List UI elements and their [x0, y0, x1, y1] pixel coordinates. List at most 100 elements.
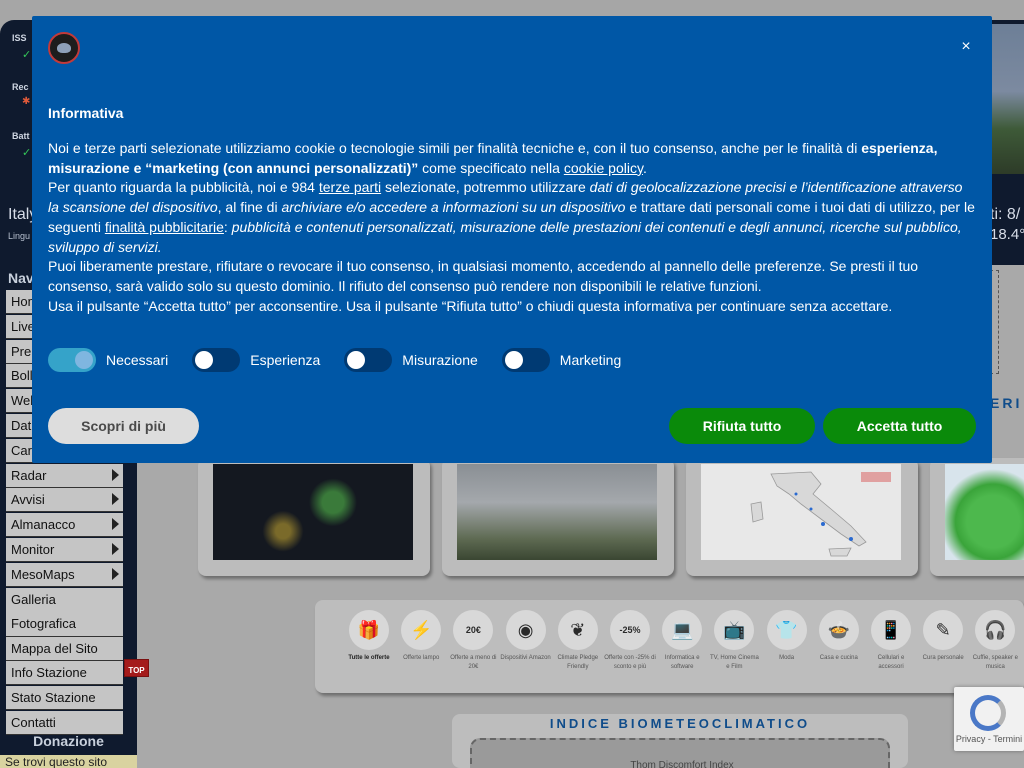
sidebar-item-monitor[interactable]: Monitor	[6, 538, 123, 562]
advertising-purposes-link[interactable]: finalità pubblicitarie	[105, 219, 224, 235]
chevron-right-icon	[112, 543, 119, 555]
accept-all-button[interactable]: Accetta tutto	[823, 408, 976, 444]
amazon-category-label: Casa e cucina	[819, 655, 858, 661]
consent-text: Per quanto riguarda la pubblicità, noi e…	[48, 179, 319, 196]
sidebar-item-mappa-del-sito[interactable]: Mappa del Sito	[6, 636, 123, 661]
learn-more-button[interactable]: Scopri di più	[48, 408, 199, 444]
amazon-category-item[interactable]: 📺 TV, Home Cinema e Film	[708, 610, 760, 672]
donation-text: Se trovi questo sito	[0, 755, 137, 768]
consent-text: :	[223, 218, 232, 235]
amazon-category-item[interactable]: ⚡ Offerte lampo	[395, 610, 447, 663]
amazon-device-icon: ◉	[505, 610, 546, 650]
amazon-category-item[interactable]: ◉ Dispositivi Amazon	[500, 610, 552, 663]
amazon-category-label: Cellulari e accessori	[877, 655, 905, 670]
toggle-switch-necessari[interactable]	[48, 348, 96, 372]
biometeo-index-subtitle: Thom Discomfort Index	[630, 760, 734, 768]
amazon-category-item[interactable]: 💻 Informatica e software	[656, 610, 708, 672]
amazon-category-label: Offerte a meno di 20€	[450, 655, 497, 670]
recaptcha-badge[interactable]: Privacy - Termini	[954, 687, 1024, 751]
sidebar-item-label: Boll	[11, 368, 33, 384]
consent-paragraph-1: Noi e terze parti selezionate utilizziam…	[48, 139, 976, 178]
amazon-category-item[interactable]: 🍲 Casa e cucina	[813, 610, 865, 663]
header-photo	[990, 24, 1024, 174]
status-label-iss: ISS	[12, 33, 27, 43]
weather-readout-1: ti: 8/	[990, 206, 1021, 223]
sidebar-item-label: Dati	[11, 418, 35, 433]
weather-readout-2: 18.4°	[990, 226, 1024, 243]
sidebar-item-avvisi[interactable]: Avvisi	[6, 488, 123, 513]
amazon-category-label: Cura personale	[922, 655, 964, 661]
check-icon: ✓	[22, 147, 32, 159]
status-label-batt: Batt	[12, 131, 30, 141]
back-to-top-button[interactable]: TOP	[124, 659, 149, 677]
biometeo-index-title: INDICE BIOMETEOCLIMATICO	[549, 716, 811, 731]
satellite-image	[213, 464, 413, 560]
sidebar-item-label: Galleria Fotografica	[11, 591, 77, 631]
amazon-category-label: Moda	[779, 655, 795, 661]
toggle-knob	[504, 351, 523, 369]
sidebar-item-stato-stazione[interactable]: Stato Stazione	[6, 686, 123, 711]
consent-text: .	[642, 159, 647, 176]
recaptcha-icon	[970, 695, 1006, 731]
language-selector[interactable]: Lingu	[8, 231, 30, 241]
amazon-category-label: Cuffie, speaker e musica	[972, 655, 1019, 670]
sidebar-item-radar[interactable]: Radar	[6, 463, 123, 488]
discount-icon: -25%	[610, 610, 650, 650]
third-parties-link[interactable]: terze parti	[319, 179, 381, 195]
gift-icon: 🎁	[349, 610, 389, 650]
sidebar-item-galleria-fotografica[interactable]: Galleria Fotografica	[6, 587, 123, 637]
amazon-category-item[interactable]: 🎧 Cuffie, speaker e musica	[969, 610, 1021, 672]
sidebar-item-label: Car	[11, 442, 32, 458]
cookie-policy-link[interactable]: cookie policy	[564, 160, 643, 176]
recaptcha-privacy-terms[interactable]: Privacy - Termini	[954, 734, 1024, 744]
sidebar-item-label: Mappa del Sito	[11, 640, 98, 656]
site-logo-icon	[48, 32, 80, 64]
italy-map-card[interactable]	[686, 458, 918, 576]
sidebar-item-contatti[interactable]: Contatti	[6, 711, 123, 735]
toggle-knob	[347, 351, 366, 369]
reject-all-button[interactable]: Rifiuta tutto	[669, 408, 815, 444]
laptop-icon: 💻	[662, 610, 703, 650]
donation-heading: Donazione	[33, 733, 104, 749]
sidebar-item-almanacco[interactable]: Almanacco	[6, 513, 123, 538]
toggle-switch-esperienza[interactable]	[192, 348, 241, 372]
toggle-label-esperienza: Esperienza	[250, 352, 321, 368]
amazon-category-label: Offerte lampo	[403, 655, 440, 661]
amazon-category-item[interactable]: ❦ Climate Pledge Friendly	[552, 610, 604, 672]
europe-map-image	[945, 464, 1024, 560]
consent-text: come specificato nella	[418, 159, 564, 176]
europe-map-card[interactable]	[930, 458, 1024, 576]
amazon-category-item[interactable]: ✎ Cura personale	[917, 610, 969, 663]
consent-paragraph-2: Per quanto riguarda la pubblicità, noi e…	[48, 178, 976, 257]
satellite-card[interactable]	[198, 458, 430, 576]
sidebar-item-label: Info Stazione	[11, 665, 87, 681]
amazon-category-item[interactable]: 🎁 Tutte le offerte	[343, 610, 395, 663]
webcam-image	[457, 464, 657, 560]
sidebar-item-info-stazione[interactable]: Info Stazione	[6, 661, 123, 686]
sidebar-item-mesomaps[interactable]: MesoMaps	[6, 562, 123, 587]
lightning-icon: ⚡	[401, 610, 442, 650]
consent-body: Noi e terze parti selezionate utilizziam…	[48, 139, 976, 316]
amazon-category-item[interactable]: -25% Offerte con -25% di sconto e più	[604, 610, 656, 672]
consent-toggles: Necessari Esperienza Misurazione Marketing	[48, 347, 645, 373]
amazon-category-label: TV, Home Cinema e Film	[709, 655, 759, 670]
consent-toggle-esperienza: Esperienza	[192, 348, 334, 372]
toggle-switch-misurazione[interactable]	[344, 348, 393, 372]
amazon-category-item[interactable]: 20€ Offerte a meno di 20€	[447, 610, 499, 672]
amazon-category-label: Tutte le offerte	[348, 655, 390, 661]
webcam-card[interactable]	[442, 458, 674, 576]
phone-icon: 📱	[871, 610, 911, 650]
italy-map-image	[701, 464, 901, 560]
status-label-rec: Rec	[12, 82, 29, 92]
consent-paragraph-4: Usa il pulsante “Accetta tutto” per acco…	[48, 297, 893, 314]
toggle-switch-marketing[interactable]	[501, 348, 550, 372]
chevron-right-icon	[112, 567, 119, 580]
sidebar-title: Nav	[8, 270, 34, 286]
close-button[interactable]: ×	[957, 38, 975, 56]
amazon-category-label: Dispositivi Amazon	[500, 655, 551, 661]
toggle-label-marketing: Marketing	[559, 352, 622, 368]
amazon-category-item[interactable]: 👕 Moda	[761, 610, 813, 663]
consent-toggle-marketing: Marketing	[501, 348, 635, 372]
amazon-category-item[interactable]: 📱 Cellulari e accessori	[865, 610, 917, 672]
toggle-label-misurazione: Misurazione	[402, 352, 478, 368]
